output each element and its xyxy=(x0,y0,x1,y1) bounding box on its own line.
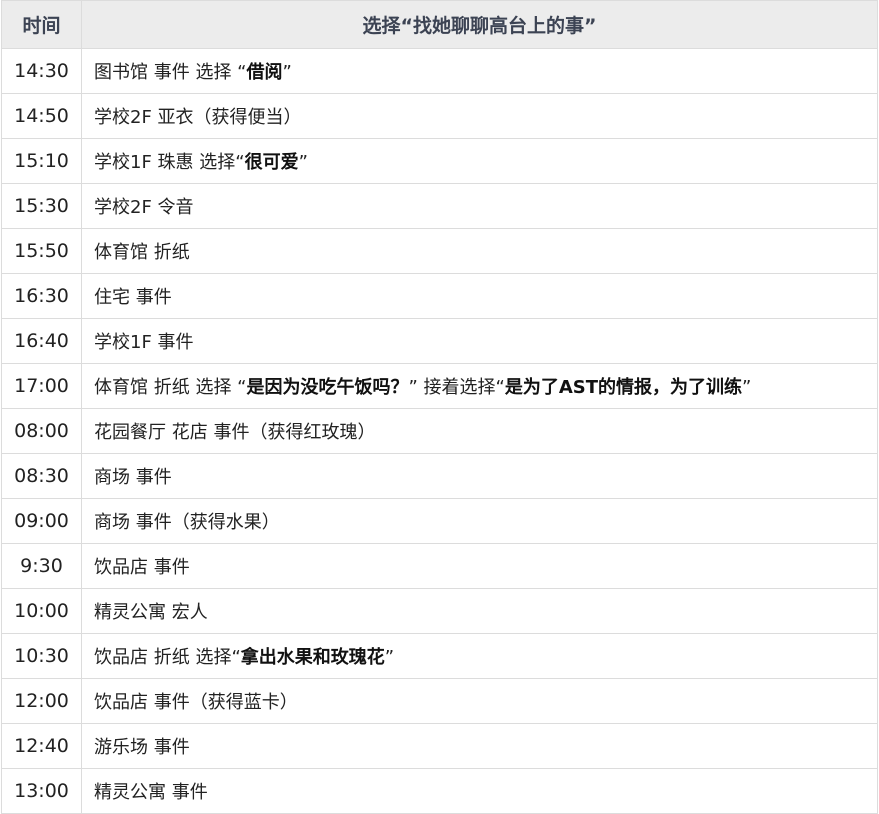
action-text: 体育馆 折纸 选择 “ xyxy=(94,377,247,398)
table-row: 13:00 精灵公寓 事件 xyxy=(1,768,878,814)
table-row: 16:40 学校1F 事件 xyxy=(1,318,878,364)
action-text: 住宅 事件 xyxy=(94,287,172,308)
action-cell: 饮品店 折纸 选择“拿出水果和玫瑰花” xyxy=(81,633,878,679)
table-row: 15:10 学校1F 珠惠 选择“很可爱” xyxy=(1,138,878,184)
time-cell: 16:30 xyxy=(1,273,82,319)
time-cell: 15:10 xyxy=(1,138,82,184)
table-row: 15:30 学校2F 令音 xyxy=(1,183,878,229)
action-text: 饮品店 折纸 选择“ xyxy=(94,647,241,668)
action-cell: 花园餐厅 花店 事件（获得红玫瑰） xyxy=(81,408,878,454)
action-text: 商场 事件 xyxy=(94,467,172,488)
action-cell: 商场 事件（获得水果） xyxy=(81,498,878,544)
action-text: 饮品店 事件（获得蓝卡） xyxy=(94,692,298,713)
action-text: 精灵公寓 宏人 xyxy=(94,602,208,623)
action-cell: 学校2F 亚衣（获得便当） xyxy=(81,93,878,139)
schedule-table: 时间 选择“找她聊聊高台上的事” 14:30 图书馆 事件 选择 “借阅” 14:5… xyxy=(1,0,878,814)
time-cell: 14:30 xyxy=(1,48,82,94)
time-cell: 15:50 xyxy=(1,228,82,274)
action-text: 体育馆 折纸 xyxy=(94,242,190,263)
action-text: ” xyxy=(384,647,395,668)
action-cell: 图书馆 事件 选择 “借阅” xyxy=(81,48,878,94)
action-cell: 学校1F 事件 xyxy=(81,318,878,364)
action-text: ” xyxy=(298,152,308,173)
choice-option-text: 是为了AST的情报，为了训练 xyxy=(504,377,743,398)
table-row: 10:00 精灵公寓 宏人 xyxy=(1,588,878,634)
action-text: ” 接着选择“ xyxy=(408,377,505,398)
action-cell: 住宅 事件 xyxy=(81,273,878,319)
header-row: 时间 选择“找她聊聊高台上的事” xyxy=(1,0,878,49)
table-row: 15:50 体育馆 折纸 xyxy=(1,228,878,274)
choice-option-text: 拿出水果和玫瑰花 xyxy=(240,647,385,668)
choice-option-text: 是因为没吃午饭吗？ xyxy=(246,377,409,398)
time-cell: 10:30 xyxy=(1,633,82,679)
header-choice: 选择“找她聊聊高台上的事” xyxy=(81,0,878,49)
action-text: 学校1F 珠惠 选择“ xyxy=(94,152,245,173)
table-row: 16:30 住宅 事件 xyxy=(1,273,878,319)
action-text: 学校2F 令音 xyxy=(94,197,194,218)
time-cell: 08:00 xyxy=(1,408,82,454)
table-row: 08:00 花园餐厅 花店 事件（获得红玫瑰） xyxy=(1,408,878,454)
time-cell: 9:30 xyxy=(1,543,82,589)
action-text: 精灵公寓 事件 xyxy=(94,782,208,803)
action-text: 图书馆 事件 选择 “ xyxy=(94,62,247,83)
action-text: ” xyxy=(282,62,292,83)
time-cell: 13:00 xyxy=(1,768,82,814)
table-row: 17:00 体育馆 折纸 选择 “是因为没吃午饭吗？” 接着选择“是为了AST的情… xyxy=(1,363,878,409)
action-text: 花园餐厅 花店 事件（获得红玫瑰） xyxy=(94,422,376,443)
action-text: 学校1F 事件 xyxy=(94,332,194,353)
action-cell: 学校2F 令音 xyxy=(81,183,878,229)
table-row: 12:00 饮品店 事件（获得蓝卡） xyxy=(1,678,878,724)
choice-option-text: 很可爱 xyxy=(244,152,299,173)
table-row: 14:30 图书馆 事件 选择 “借阅” xyxy=(1,48,878,94)
action-text: 学校2F 亚衣（获得便当） xyxy=(94,107,302,128)
action-cell: 精灵公寓 宏人 xyxy=(81,588,878,634)
time-cell: 12:40 xyxy=(1,723,82,769)
action-cell: 学校1F 珠惠 选择“很可爱” xyxy=(81,138,878,184)
time-cell: 17:00 xyxy=(1,363,82,409)
table-row: 12:40 游乐场 事件 xyxy=(1,723,878,769)
time-cell: 14:50 xyxy=(1,93,82,139)
header-time: 时间 xyxy=(1,0,82,49)
time-cell: 09:00 xyxy=(1,498,82,544)
time-cell: 08:30 xyxy=(1,453,82,499)
action-text: ” xyxy=(742,377,752,398)
action-cell: 饮品店 事件（获得蓝卡） xyxy=(81,678,878,724)
table-row: 14:50 学校2F 亚衣（获得便当） xyxy=(1,93,878,139)
time-cell: 16:40 xyxy=(1,318,82,364)
choice-option-text: 借阅 xyxy=(246,62,283,83)
action-text: 商场 事件（获得水果） xyxy=(94,512,280,533)
action-cell: 商场 事件 xyxy=(81,453,878,499)
action-cell: 饮品店 事件 xyxy=(81,543,878,589)
action-cell: 精灵公寓 事件 xyxy=(81,768,878,814)
table-row: 09:00 商场 事件（获得水果） xyxy=(1,498,878,544)
table-row: 10:30 饮品店 折纸 选择“拿出水果和玫瑰花” xyxy=(1,633,878,679)
table-body: 14:30 图书馆 事件 选择 “借阅” 14:50 学校2F 亚衣（获得便当） 15:… xyxy=(1,48,878,814)
table-row: 08:30 商场 事件 xyxy=(1,453,878,499)
time-cell: 12:00 xyxy=(1,678,82,724)
action-cell: 体育馆 折纸 选择 “是因为没吃午饭吗？” 接着选择“是为了AST的情报，为了训… xyxy=(81,363,878,409)
action-text: 游乐场 事件 xyxy=(94,737,190,758)
time-cell: 10:00 xyxy=(1,588,82,634)
table-row: 9:30 饮品店 事件 xyxy=(1,543,878,589)
action-cell: 游乐场 事件 xyxy=(81,723,878,769)
action-cell: 体育馆 折纸 xyxy=(81,228,878,274)
time-cell: 15:30 xyxy=(1,183,82,229)
action-text: 饮品店 事件 xyxy=(94,557,190,578)
